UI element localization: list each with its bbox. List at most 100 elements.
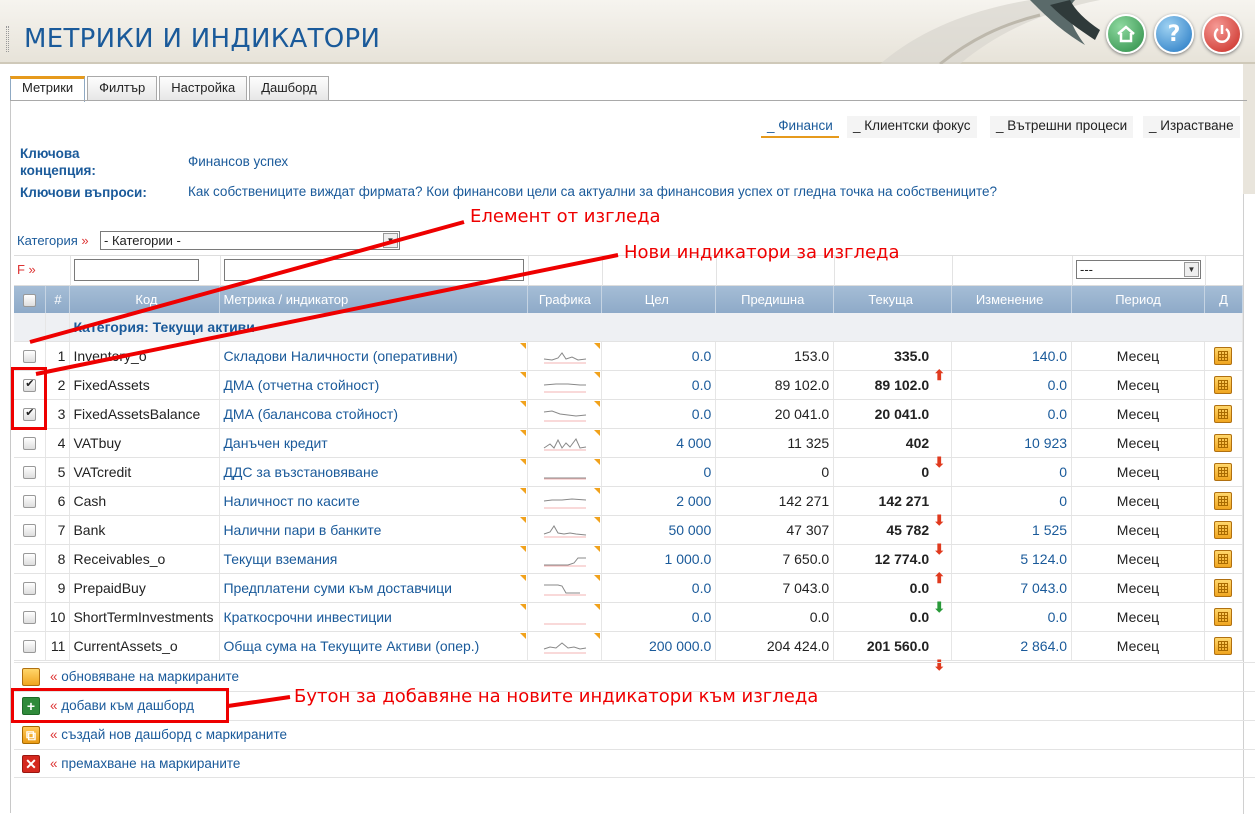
row-metric-link[interactable]: Предплатени суми към доставчици: [223, 580, 452, 596]
category-select[interactable]: - Категории - ▼: [100, 231, 400, 250]
row-sparkline[interactable]: [542, 463, 588, 481]
calculator-icon[interactable]: [1214, 607, 1233, 626]
calculator-icon[interactable]: [1214, 520, 1233, 539]
col-code[interactable]: Код: [69, 286, 221, 313]
row-checkbox[interactable]: [23, 582, 37, 596]
key-concept-value: Финансов успех: [188, 154, 289, 169]
row-sparkline[interactable]: [542, 608, 588, 626]
row-metric-link[interactable]: ДМА (отчетна стойност): [223, 377, 379, 393]
tab-settings[interactable]: Настройка: [159, 76, 248, 101]
calculator-icon[interactable]: [1214, 491, 1233, 510]
calculator-icon[interactable]: [1214, 375, 1233, 394]
row-checkbox[interactable]: [23, 350, 37, 364]
row-target: 0.0: [601, 573, 717, 603]
row-metric-link[interactable]: Краткосрочни инвестиции: [223, 609, 391, 625]
row-checkbox[interactable]: [23, 437, 37, 451]
annotation-add-button: Бутон за добавяне на новите индикатори к…: [294, 686, 819, 707]
table-row[interactable]: 11 CurrentAssets_o Обща сума на Текущите А…: [14, 631, 1244, 673]
row-sparkline[interactable]: [542, 521, 588, 539]
row-sparkline-cell: [527, 341, 603, 371]
table-row[interactable]: 2FixedAssetsДМА (отчетна стойност)0.089 …: [14, 370, 1244, 400]
row-metric-link[interactable]: ДМА (балансова стойност): [223, 406, 398, 422]
table-row[interactable]: 5 VATcredit ДДС за възстановяване 0 0 0 0 Месец: [14, 457, 1244, 487]
help-button[interactable]: ?: [1154, 14, 1194, 54]
select-all-checkbox[interactable]: [23, 294, 37, 308]
tab-filter[interactable]: Филтър: [87, 76, 158, 101]
col-name[interactable]: Метрика / индикатор: [219, 286, 529, 313]
code-filter-input[interactable]: [74, 259, 199, 281]
row-sparkline[interactable]: [542, 492, 588, 510]
row-checkbox[interactable]: [23, 640, 37, 654]
home-button[interactable]: [1106, 14, 1146, 54]
row-sparkline[interactable]: [542, 347, 588, 365]
calculator-icon[interactable]: [1214, 549, 1233, 568]
calculator-icon: [22, 668, 40, 686]
right-border-strip: [1243, 64, 1255, 194]
calculator-icon[interactable]: [1214, 462, 1233, 481]
row-metric-link[interactable]: Текущи вземания: [223, 551, 337, 567]
table-row[interactable]: 10 ShortTermInvestments Краткосрочни инвес…: [14, 602, 1244, 632]
table-body: Категория: Текущи активи 1 Inventory_o Скл…: [14, 313, 1244, 673]
period-filter-select[interactable]: --- ▼: [1076, 260, 1201, 279]
row-period: Месец: [1071, 631, 1205, 661]
row-metric-link[interactable]: Наличност по касите: [223, 493, 359, 509]
col-previous[interactable]: Предишна: [715, 286, 835, 313]
row-checkbox[interactable]: [23, 466, 37, 480]
row-target: 0.0: [601, 399, 717, 429]
perspective-customer-focus[interactable]: _ Клиентски фокус: [847, 116, 977, 138]
row-change: 0.0: [951, 370, 1073, 400]
row-sparkline[interactable]: [542, 434, 588, 452]
perspective-finance[interactable]: _ Финанси: [761, 116, 839, 138]
row-period: Месец: [1071, 573, 1205, 603]
row-checkbox[interactable]: [23, 611, 37, 625]
row-sparkline[interactable]: [542, 550, 588, 568]
row-checkbox[interactable]: [23, 524, 37, 538]
table-row[interactable]: 6 Cash Наличност по касите 2 000 142 271 142 …: [14, 486, 1244, 528]
table-row[interactable]: 3FixedAssetsBalanceДМА (балансова стойно…: [14, 399, 1244, 429]
col-d: Д: [1204, 286, 1244, 313]
row-metric-link[interactable]: Налични пари в банките: [223, 522, 381, 538]
col-change[interactable]: Изменение: [951, 286, 1073, 313]
corner-marker-icon: [594, 371, 601, 378]
row-checkbox[interactable]: [23, 495, 37, 509]
tab-dashboard[interactable]: Дашборд: [249, 76, 329, 101]
row-metric-name-cell: Налични пари в банките: [219, 515, 529, 545]
row-sparkline[interactable]: [542, 376, 588, 394]
row-sparkline[interactable]: [542, 579, 588, 597]
action-create-dashboard[interactable]: ⧉ « създай нов дашборд с маркираните: [14, 720, 1255, 749]
table-row[interactable]: 1 Inventory_o Складови Наличности (операти…: [14, 341, 1244, 383]
row-period: Месец: [1071, 515, 1205, 545]
col-current[interactable]: Текуща: [833, 286, 953, 313]
row-metric-link[interactable]: Обща сума на Текущите Активи (опер.): [223, 638, 479, 654]
power-button[interactable]: [1202, 14, 1242, 54]
col-period[interactable]: Период: [1071, 286, 1205, 313]
calculator-icon[interactable]: [1214, 433, 1233, 452]
tab-metrics[interactable]: Метрики: [10, 76, 86, 102]
annotation-new-indicators: Нови индикатори за изгледа: [624, 242, 900, 263]
row-metric-link[interactable]: Данъчен кредит: [223, 435, 327, 451]
action-label: обновяване на маркираните: [61, 669, 240, 684]
row-metric-link[interactable]: Складови Наличности (оперативни): [223, 348, 457, 364]
name-filter-input[interactable]: [224, 259, 524, 281]
row-sparkline[interactable]: [542, 637, 588, 655]
row-previous: 11 325: [715, 428, 835, 458]
table-row[interactable]: 8 Receivables_o Текущи вземания 1 000.0 7 65…: [14, 544, 1244, 586]
filter-label: F »: [17, 262, 36, 277]
action-remove-marked[interactable]: ✕ « премахване на маркираните: [14, 749, 1255, 778]
calculator-icon[interactable]: [1214, 404, 1233, 423]
table-row[interactable]: 9 PrepaidBuy Предплатени суми към доставчи…: [14, 573, 1244, 615]
row-number: 10: [45, 602, 71, 632]
col-target[interactable]: Цел: [601, 286, 717, 313]
perspective-growth[interactable]: _ Израстване: [1143, 116, 1240, 138]
table-row[interactable]: 4 VATbuy Данъчен кредит 4 000 11 325 402 ⬇ 10 9…: [14, 428, 1244, 470]
perspective-internal-processes[interactable]: _ Вътрешни процеси: [990, 116, 1134, 138]
row-metric-link[interactable]: ДДС за възстановяване: [223, 464, 378, 480]
calculator-icon[interactable]: [1214, 578, 1233, 597]
table-row[interactable]: 7 Bank Налични пари в банките 50 000 47 307 4…: [14, 515, 1244, 557]
row-sparkline[interactable]: [542, 405, 588, 423]
row-current-cell: 20 041.0: [833, 399, 953, 429]
calculator-icon[interactable]: [1214, 636, 1233, 655]
calculator-icon[interactable]: [1214, 346, 1233, 365]
row-target: 4 000: [601, 428, 717, 458]
row-checkbox[interactable]: [23, 553, 37, 567]
